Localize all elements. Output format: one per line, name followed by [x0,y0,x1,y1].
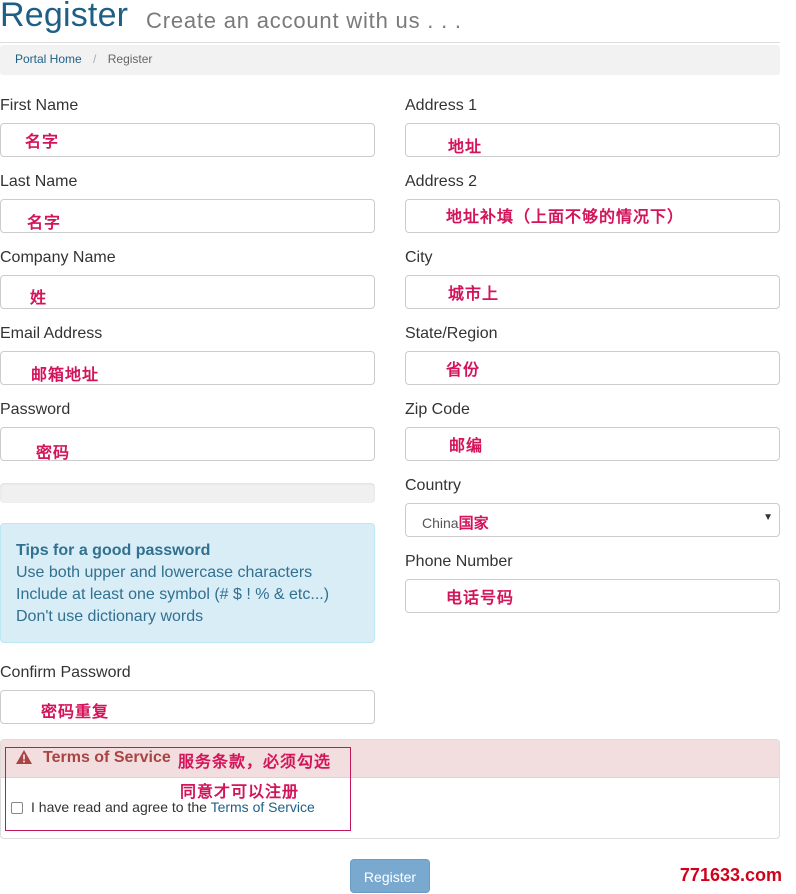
email-label: Email Address [0,325,103,342]
country-annotation: 国家 [458,514,489,532]
state-label: State/Region [405,325,498,342]
confirm-password-label: Confirm Password [0,664,131,681]
address1-annotation: 地址 [448,137,483,156]
password-tips-title: Tips for a good password [16,542,211,559]
password-strength-bar [0,483,375,503]
watermark-text: 771633.com [679,865,782,885]
password-tip-line: Include at least one symbol (# $ ! % & e… [16,586,330,603]
terms-agree-checkbox[interactable] [11,802,23,814]
first-name-annotation: 名字 [25,132,60,151]
address1-label: Address 1 [405,97,478,114]
phone-annotation: 电话号码 [446,588,515,607]
terms-panel: Terms of Service [0,739,780,839]
address2-annotation: 地址补填（上面不够的情况下） [446,207,685,226]
page-title: Register [0,0,129,34]
phone-label: Phone Number [405,553,513,570]
terms-annotation-line1: 服务条款，必须勾选 [178,752,332,771]
password-tip-line: Use both upper and lowercase characters [16,564,313,581]
password-annotation: 密码 [36,443,71,462]
page-header: Register Create an account with us . . . [0,0,780,43]
password-label: Password [0,401,71,418]
breadcrumb: Portal Home / Register [0,45,780,75]
last-name-annotation: 名字 [27,213,62,232]
zip-label: Zip Code [405,401,470,418]
terms-agree-text: I have read and agree to the [31,799,207,815]
chevron-down-icon: ▼ [763,512,773,523]
last-name-label: Last Name [0,173,78,190]
breadcrumb-current: Register [107,52,153,66]
terms-of-service-link[interactable]: Terms of Service [211,799,315,815]
city-annotation: 城市上 [448,284,500,303]
terms-agree-label: I have read and agree to the Terms of Se… [31,799,315,815]
register-page: Register Create an account with us . . .… [0,0,796,894]
warning-icon [16,750,32,764]
country-select[interactable]: China国家 ▼ [405,503,780,537]
password-tip-line: Don't use dictionary words [16,608,204,625]
breadcrumb-separator: / [93,52,97,66]
zip-annotation: 邮编 [449,436,484,455]
state-annotation: 省份 [446,360,481,379]
city-label: City [405,249,433,266]
address2-label: Address 2 [405,173,478,190]
company-name-label: Company Name [0,249,116,266]
terms-heading: Terms of Service [1,740,779,778]
company-name-input[interactable] [0,275,375,309]
password-tips-box: Tips for a good password Use both upper … [0,523,375,643]
country-label: Country [405,477,462,494]
terms-title: Terms of Service [43,749,171,766]
first-name-label: First Name [0,97,79,114]
page-subtitle: Create an account with us . . . [146,8,462,33]
company-name-annotation: 姓 [30,288,48,307]
confirm-password-annotation: 密码重复 [41,702,110,721]
breadcrumb-home-link[interactable]: Portal Home [15,52,82,66]
register-button[interactable]: Register [350,859,430,893]
email-annotation: 邮箱地址 [31,365,100,384]
country-select-value: China [422,515,459,531]
